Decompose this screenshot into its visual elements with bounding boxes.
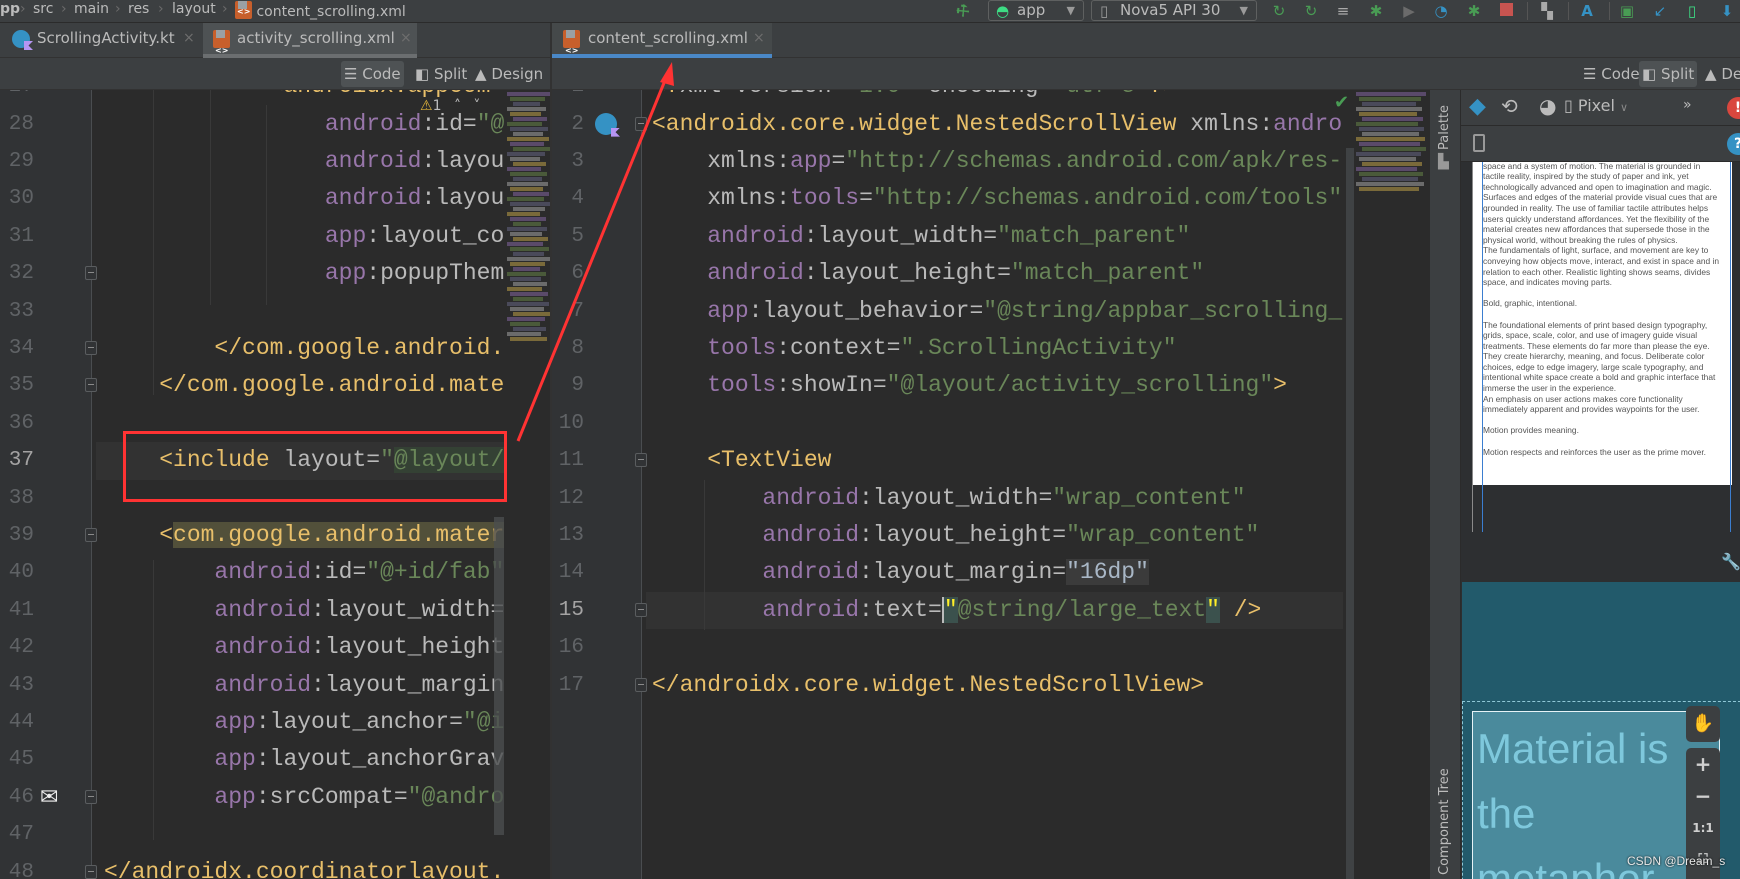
arrow-head <box>660 62 674 86</box>
arrow-shaft <box>516 77 668 442</box>
annotation-arrow <box>516 62 674 442</box>
watermark: CSDN @Dream_s <box>1627 854 1726 868</box>
